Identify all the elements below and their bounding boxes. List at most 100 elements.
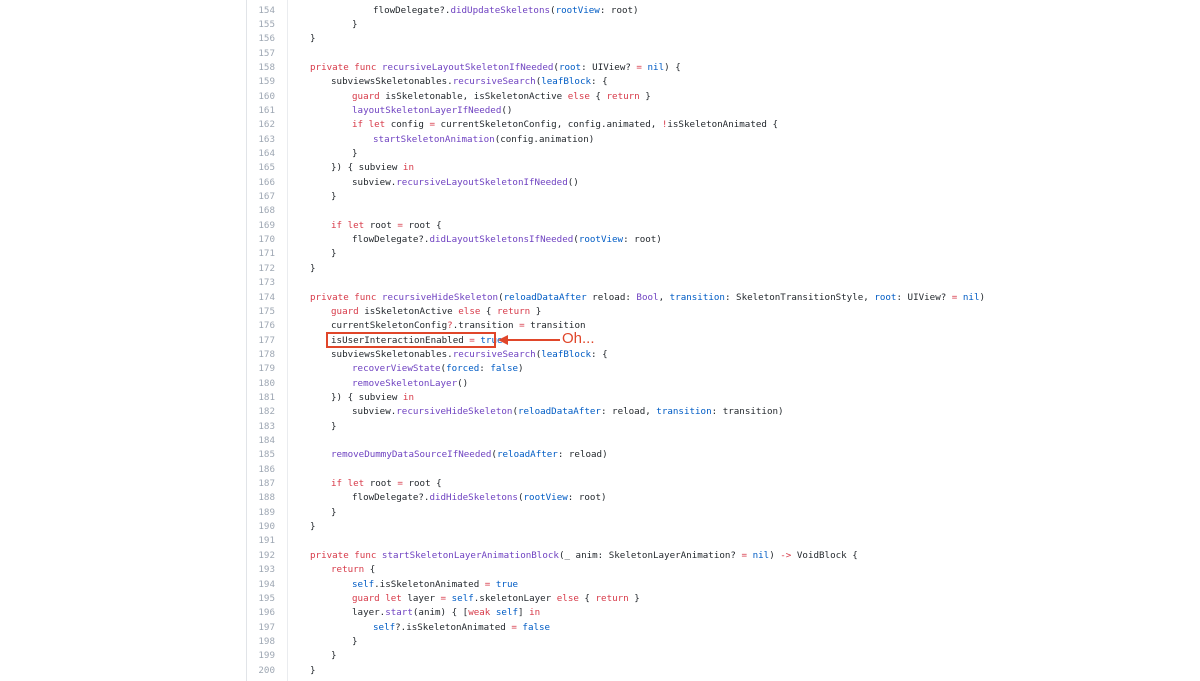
line-number: 159 [258, 76, 275, 88]
code-text: if let config = currentSkeletonConfig, c… [352, 119, 778, 131]
code-line: 196 layer.start(anim) { [weak self] in [247, 606, 1200, 620]
code-line: 169 if let root = root { [247, 219, 1200, 233]
line-number: 190 [258, 521, 275, 533]
highlight-box [326, 332, 496, 348]
code-text: } [331, 420, 337, 432]
line-number: 184 [258, 435, 275, 446]
code-line: 192 private func startSkeletonLayerAnimat… [247, 549, 1200, 563]
line-number: 162 [258, 119, 275, 131]
code-line: 181 }) { subview in [247, 391, 1200, 405]
code-text: } [331, 650, 337, 662]
line-number: 176 [258, 320, 275, 332]
line-number: 181 [258, 391, 275, 403]
code-line: 156} [247, 32, 1200, 46]
code-line: 184 [247, 434, 1200, 448]
code-line: 173 [247, 276, 1200, 290]
code-line: 174 private func recursiveHideSkeleton(re… [247, 291, 1200, 305]
code-line: 162 if let config = currentSkeletonConfig… [247, 118, 1200, 132]
code-text: removeDummyDataSourceIfNeeded(reloadAfte… [331, 449, 608, 461]
line-number: 187 [258, 478, 275, 490]
code-text: guard let layer = self.skeletonLayer els… [352, 592, 640, 604]
code-line: 165}) { subview in [247, 161, 1200, 175]
line-number: 200 [258, 664, 275, 676]
line-number: 169 [258, 219, 275, 231]
code-line: 195 guard let layer = self.skeletonLayer … [247, 592, 1200, 606]
code-line: 183} [247, 420, 1200, 434]
code-line: 161 layoutSkeletonLayerIfNeeded() [247, 104, 1200, 118]
line-number: 194 [258, 578, 275, 590]
line-number: 198 [258, 635, 275, 647]
line-number: 170 [258, 234, 275, 246]
line-number: 161 [258, 104, 275, 116]
code-line: 188 flowDelegate?.didHideSkeletons(rootVi… [247, 491, 1200, 505]
code-text: } [331, 191, 337, 203]
code-text: private func startSkeletonLayerAnimation… [310, 549, 858, 561]
code-line: 189} [247, 506, 1200, 520]
code-text: subview.recursiveLayoutSkeletonIfNeeded(… [352, 176, 579, 188]
code-line: 190} [247, 520, 1200, 534]
code-text: startSkeletonAnimation(config.animation) [373, 133, 595, 145]
line-number: 199 [258, 650, 275, 662]
code-line: 180 removeSkeletonLayer() [247, 377, 1200, 391]
code-line: 200} [247, 664, 1200, 678]
code-line: 164} [247, 147, 1200, 161]
code-line: 182 subview.recursiveHideSkeleton(reloadD… [247, 405, 1200, 419]
code-line: 187 if let root = root { [247, 477, 1200, 491]
line-number: 185 [258, 449, 275, 461]
code-text: self.isSkeletonAnimated = true [352, 578, 519, 590]
code-line: 193 return { [247, 563, 1200, 577]
code-line: 154 flowDelegate?.didUpdateSkeletons(root… [247, 4, 1200, 18]
line-number: 166 [258, 176, 275, 188]
code-text: } [310, 262, 316, 274]
line-number: 183 [258, 420, 275, 432]
code-text: flowDelegate?.didUpdateSkeletons(rootVie… [373, 4, 639, 16]
code-line: 191 [247, 534, 1200, 548]
annotation-text: Oh... [562, 330, 595, 347]
line-number: 167 [258, 191, 275, 203]
code-text: } [310, 521, 316, 533]
line-number: 196 [258, 607, 275, 619]
line-number: 189 [258, 506, 275, 518]
code-line: 157 [247, 47, 1200, 61]
code-text: } [331, 506, 337, 518]
line-number: 177 [258, 334, 275, 346]
line-number: 158 [258, 61, 275, 73]
line-number: 182 [258, 406, 275, 418]
line-number: 164 [258, 148, 275, 159]
code-text: if let root = root { [331, 219, 442, 231]
code-line: 179 recoverViewState(forced: false) [247, 362, 1200, 376]
line-number: 165 [258, 162, 275, 174]
code-text: flowDelegate?.didHideSkeletons(rootView:… [352, 492, 607, 504]
code-text: }) { subview in [331, 391, 414, 403]
line-number: 197 [258, 621, 275, 633]
code-text: } [331, 248, 337, 260]
code-text: } [352, 18, 358, 30]
line-number: 179 [258, 363, 275, 375]
code-line: 194 self.isSkeletonAnimated = true [247, 578, 1200, 592]
line-number: 173 [258, 277, 275, 289]
code-line: 163 startSkeletonAnimation(config.animati… [247, 133, 1200, 147]
code-text: subview.recursiveHideSkeleton(reloadData… [352, 406, 784, 418]
code-text: } [310, 33, 316, 45]
code-line: 170 flowDelegate?.didLayoutSkeletonsIfNee… [247, 233, 1200, 247]
code-text: subviewsSkeletonables.recursiveSearch(le… [331, 76, 608, 88]
line-number: 195 [258, 592, 275, 604]
line-number: 174 [258, 291, 275, 303]
code-text: guard isSkeletonActive else { return } [331, 305, 542, 317]
code-line: 168 [247, 204, 1200, 218]
line-number: 193 [258, 564, 275, 576]
code-line: 167} [247, 190, 1200, 204]
code-text: subviewsSkeletonables.recursiveSearch(le… [331, 348, 608, 360]
line-number: 175 [258, 305, 275, 317]
code-text: } [310, 664, 316, 676]
code-line: 159 subviewsSkeletonables.recursiveSearch… [247, 75, 1200, 89]
line-number: 157 [258, 47, 275, 59]
code-text: } [352, 635, 358, 647]
code-text: guard isSkeletonable, isSkeletonActive e… [352, 90, 651, 102]
code-text: return { [331, 564, 376, 576]
code-line: 155} [247, 18, 1200, 32]
line-number: 160 [258, 90, 275, 102]
line-number: 171 [258, 248, 275, 260]
code-text: } [352, 148, 358, 159]
code-line: 178 subviewsSkeletonables.recursiveSearch… [247, 348, 1200, 362]
